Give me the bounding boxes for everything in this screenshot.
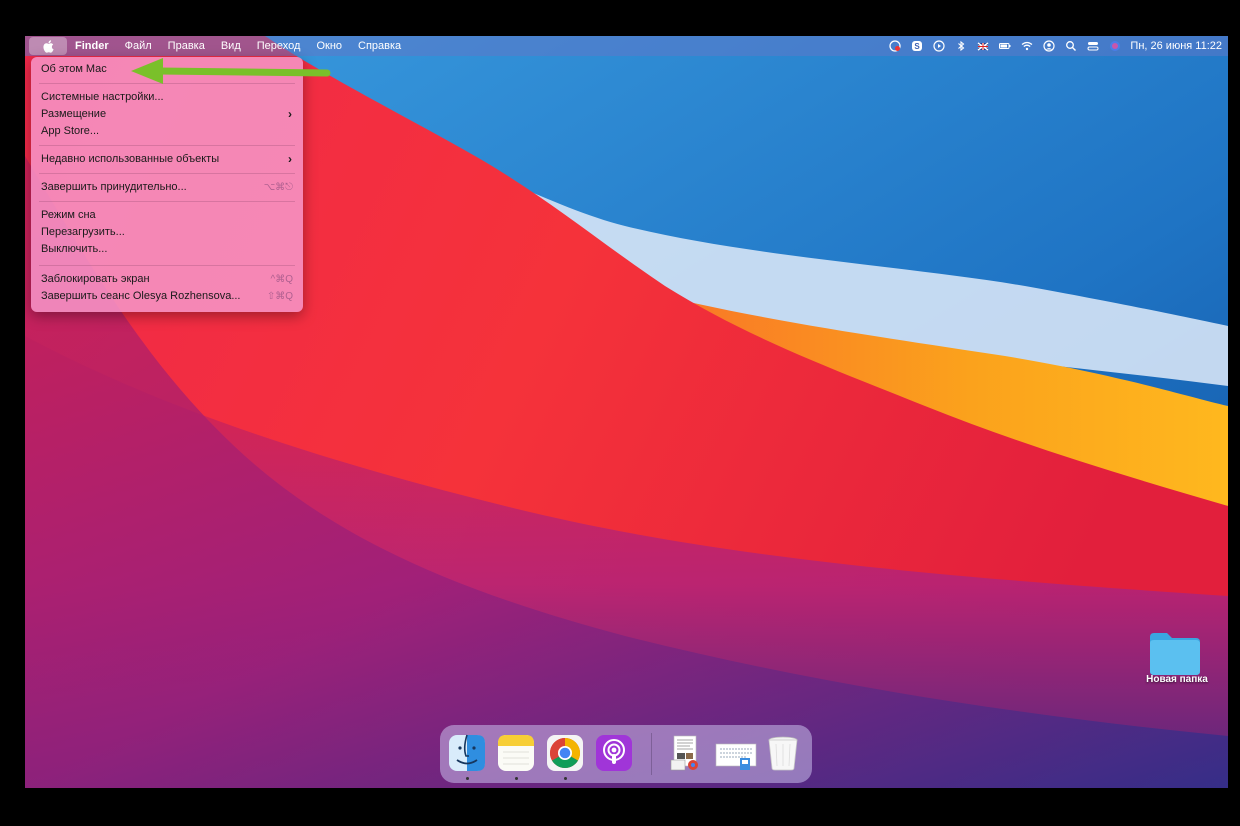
chevron-right-icon: › xyxy=(288,152,292,166)
finder-icon[interactable] xyxy=(448,734,486,772)
apple-menu-dropdown: Об этом Mac Системные настройки... Разме… xyxy=(31,57,303,312)
menubar-clock[interactable]: Пн, 26 июня 11:22 xyxy=(1126,40,1222,52)
menu-item-log-out[interactable]: Завершить сеанс Olesya Rozhensova... ⇧⌘Q xyxy=(31,288,303,305)
menu-file[interactable]: Файл xyxy=(117,36,160,56)
folder-label[interactable]: Новая папка xyxy=(1129,674,1225,685)
menu-item-restart[interactable]: Перезагрузить... xyxy=(31,224,303,241)
running-indicator xyxy=(564,777,567,780)
trash-icon[interactable] xyxy=(764,734,802,772)
menu-item-app-store[interactable]: App Store... xyxy=(31,123,303,140)
play-icon[interactable] xyxy=(928,36,950,56)
menu-shortcut: ^⌘Q xyxy=(270,274,293,285)
menu-item-recent-items[interactable]: Недавно использованные объекты › xyxy=(31,151,303,168)
screen-record-icon[interactable] xyxy=(884,36,906,56)
control-center-icon[interactable] xyxy=(1082,36,1104,56)
menu-separator xyxy=(39,265,295,266)
menu-view[interactable]: Вид xyxy=(213,36,249,56)
notes-icon[interactable] xyxy=(497,734,535,772)
skype-icon[interactable]: S xyxy=(906,36,928,56)
flag-uk-icon[interactable] xyxy=(972,36,994,56)
menu-shortcut: ⌥⌘⎋ xyxy=(263,182,293,193)
search-icon[interactable] xyxy=(1060,36,1082,56)
documents-stack-icon[interactable] xyxy=(712,734,760,772)
bluetooth-icon[interactable] xyxy=(950,36,972,56)
menu-go[interactable]: Переход xyxy=(249,36,309,56)
menu-item-label: Недавно использованные объекты xyxy=(41,153,220,165)
menu-bar: Finder Файл Правка Вид Переход Окно Спра… xyxy=(25,36,1228,56)
wifi-icon[interactable] xyxy=(1016,36,1038,56)
apple-menu-button[interactable] xyxy=(29,37,67,55)
downloads-stack-icon[interactable] xyxy=(668,734,706,772)
desktop-screen: Finder Файл Правка Вид Переход Окно Спра… xyxy=(25,36,1228,788)
menu-item-system-preferences[interactable]: Системные настройки... xyxy=(31,89,303,106)
user-icon[interactable] xyxy=(1038,36,1060,56)
menu-item-label: Завершить принудительно... xyxy=(41,181,187,193)
menu-item-shutdown[interactable]: Выключить... xyxy=(31,241,303,258)
menu-item-force-quit[interactable]: Завершить принудительно... ⌥⌘⎋ xyxy=(31,179,303,196)
menu-item-label: Размещение xyxy=(41,108,107,120)
chevron-right-icon: › xyxy=(288,107,292,121)
menu-finder[interactable]: Finder xyxy=(67,36,117,56)
menu-item-sleep[interactable]: Режим сна xyxy=(31,207,303,224)
annotation-arrow xyxy=(131,58,331,84)
menu-separator xyxy=(39,145,295,146)
menu-item-label: Выключить... xyxy=(41,243,108,255)
menu-separator xyxy=(39,173,295,174)
dock xyxy=(440,725,812,783)
menu-item-label: Перезагрузить... xyxy=(41,226,125,238)
menu-item-label: Режим сна xyxy=(41,209,96,221)
running-indicator xyxy=(466,777,469,780)
menu-shortcut: ⇧⌘Q xyxy=(266,291,293,302)
svg-text:S: S xyxy=(915,42,921,51)
menu-separator xyxy=(39,201,295,202)
menu-item-label: Завершить сеанс Olesya Rozhensova... xyxy=(41,290,241,302)
chrome-icon[interactable] xyxy=(546,734,584,772)
menu-help[interactable]: Справка xyxy=(350,36,409,56)
podcasts-icon[interactable] xyxy=(595,734,633,772)
menu-item-label: Заблокировать экран xyxy=(41,273,150,285)
apple-icon xyxy=(42,39,54,53)
menu-item-label: Системные настройки... xyxy=(41,91,164,103)
battery-icon[interactable] xyxy=(994,36,1016,56)
dock-divider xyxy=(651,733,652,775)
menu-item-label: App Store... xyxy=(41,125,100,137)
running-indicator xyxy=(515,777,518,780)
menu-item-lock-screen[interactable]: Заблокировать экран ^⌘Q xyxy=(31,271,303,288)
siri-icon[interactable] xyxy=(1104,36,1126,56)
menu-item-label: Об этом Mac xyxy=(41,63,107,75)
menu-edit[interactable]: Правка xyxy=(160,36,213,56)
menu-window[interactable]: Окно xyxy=(308,36,350,56)
menu-item-location[interactable]: Размещение › xyxy=(31,106,303,123)
